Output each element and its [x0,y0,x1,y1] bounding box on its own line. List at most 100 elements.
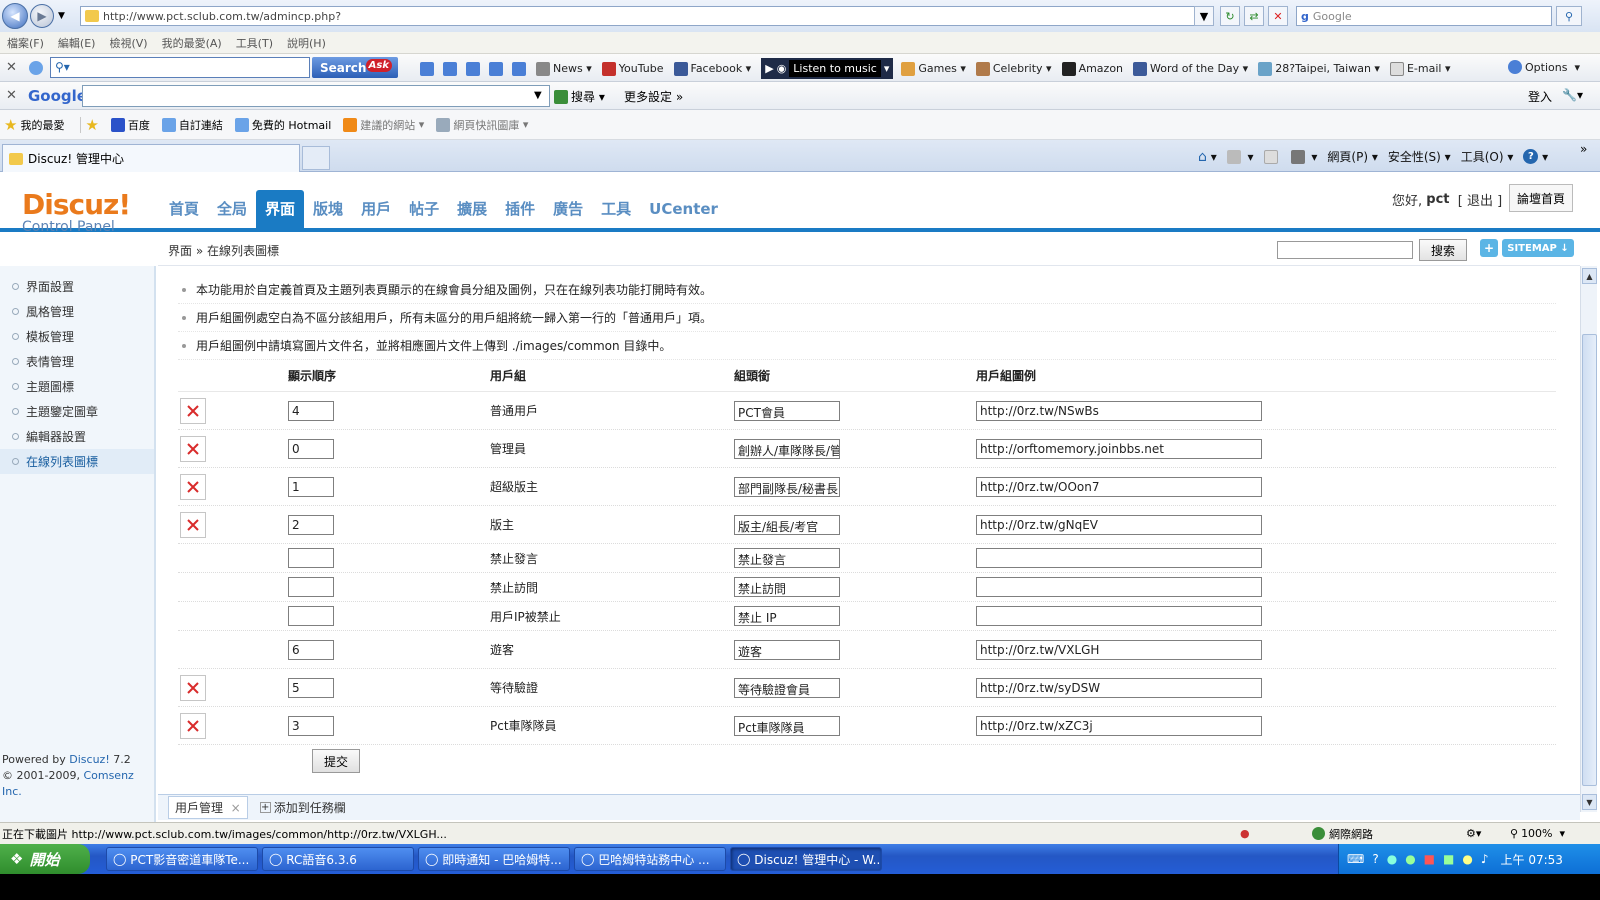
task-bahamut-center[interactable]: ◯ 巴哈姆特站務中心 ... [574,847,726,871]
wrench-icon[interactable]: 🔧▾ [1562,88,1583,102]
title-input[interactable]: PCT會員 [734,400,840,421]
submit-button[interactable]: 提交 [312,749,360,773]
menu-view[interactable]: 檢視(V) [102,35,154,51]
menu-file[interactable]: 檔案(F) [0,35,51,51]
nav-extend[interactable]: 擴展 [448,190,496,228]
safety-menu[interactable]: 安全性(S) ▾ [1388,148,1451,165]
home-button[interactable]: ⌂ ▾ [1198,149,1217,165]
red-tray-icon[interactable]: ■ [1424,852,1435,866]
order-input[interactable]: 6 [288,639,334,660]
volume-tray-icon[interactable]: ♪ [1481,852,1489,866]
title-input[interactable]: 創辦人/車隊隊長/管 [734,438,840,459]
youtube-link[interactable]: YouTube [601,61,664,76]
close-toolbar-icon[interactable]: ✕ [6,60,17,75]
green-tray-icon[interactable]: ● [1405,852,1415,866]
menu-favorites[interactable]: 我的最愛(A) [155,35,229,51]
help-tray-icon[interactable]: ? [1372,852,1378,866]
order-input[interactable] [288,606,334,626]
google-search-button[interactable]: 搜尋 ▾ [554,88,605,105]
google-search-input[interactable] [82,85,550,107]
search-go-icon[interactable]: ⚲ [1556,6,1582,26]
delete-checkbox[interactable] [180,511,206,538]
news-link[interactable]: News ▾ [536,61,592,76]
sidebar-item-stamps[interactable]: 主題鑒定圖章 [0,399,154,424]
scroll-down-icon[interactable]: ▼ [1582,794,1597,810]
discuz-logo[interactable]: Discuz! Control Panel [22,188,131,235]
weather-link[interactable]: 28?Taipei, Taiwan ▾ [1258,61,1380,76]
google-login-button[interactable]: 登入 [1528,88,1552,105]
sidebar-item-style[interactable]: 風格管理 [0,299,154,324]
listen-dropdown-icon[interactable]: ▾ [884,62,890,75]
delete-checkbox[interactable] [180,473,206,500]
sidebar-item-thread-icons[interactable]: 主題圖標 [0,374,154,399]
delete-checkbox[interactable] [180,397,206,424]
cpu-tray-icon[interactable]: ■ [1443,852,1454,866]
nav-tools[interactable]: 工具 [592,190,640,228]
title-input[interactable]: Pct車隊隊員 [734,715,840,736]
more-settings-button[interactable]: 更多設定 » [624,88,683,105]
nav-interface[interactable]: 界面 [256,190,305,228]
icon-url-input[interactable] [976,606,1262,626]
url-field[interactable]: http://www.pct.sclub.com.tw/admincp.php? [80,6,1208,26]
start-button[interactable]: ❖ 開始 [0,844,90,874]
fav-suggested[interactable]: 建議的網站 ▾ [343,117,424,133]
mail-button[interactable] [1263,149,1281,164]
title-input[interactable]: 部門副隊長/秘書長 [734,476,840,497]
yellow-tray-icon[interactable]: ● [1462,852,1472,866]
powered-product[interactable]: Discuz! [69,753,109,766]
sidebar-item-online-icons[interactable]: 在線列表圖標 [0,449,154,474]
sidebar-item-templates[interactable]: 模板管理 [0,324,154,349]
icon-url-input[interactable]: http://orftomemory.joinbbs.net [976,438,1262,459]
url-dropdown-icon[interactable]: ▼ [1194,6,1214,26]
sidebar-item-interface-settings[interactable]: 界面設置 [0,274,154,299]
scroll-up-icon[interactable]: ▲ [1582,268,1597,284]
ask-search-button[interactable]: Search Ask [312,57,398,78]
tab-discuz[interactable]: Discuz! 管理中心 [2,144,300,172]
icon-url-input[interactable] [976,577,1262,597]
order-input[interactable]: 3 [288,715,334,736]
nav-forums[interactable]: 版塊 [304,190,352,228]
add-to-taskbar-button[interactable]: + 添加到任務欄 [259,799,346,816]
nav-users[interactable]: 用戶 [352,190,400,228]
protected-mode-icon[interactable]: ⚙▾ [1466,827,1481,840]
ask-search-input[interactable]: ⚲▾ [50,57,310,78]
sidebar-item-editor[interactable]: 編輯器設置 [0,424,154,449]
task-tab-user-management[interactable]: 用戶管理 × [168,796,248,819]
delete-checkbox[interactable] [180,435,206,462]
email-link[interactable]: E-mail ▾ [1389,61,1451,76]
close-task-tab-icon[interactable]: × [231,801,241,815]
play-icon[interactable]: ▶ [765,62,773,75]
page-menu[interactable]: 網頁(P) ▾ [1327,148,1377,165]
order-input[interactable]: 2 [288,514,334,535]
favorites-button[interactable]: ★ 我的最愛 [4,116,64,134]
nav-global[interactable]: 全局 [208,190,256,228]
calendar-icon[interactable] [443,61,457,76]
icon-url-input[interactable]: http://0rz.tw/VXLGH [976,639,1262,660]
order-input[interactable]: 1 [288,476,334,497]
network-icon[interactable]: ● [1387,852,1397,866]
tools-menu[interactable]: 工具(O) ▾ [1461,148,1514,165]
back-button[interactable]: ◀ [2,3,28,29]
help-button[interactable]: ? ▾ [1523,149,1548,164]
feeds-button[interactable]: ▾ [1226,149,1254,164]
fav-webslice[interactable]: 網頁快訊圖庫 ▾ [436,117,528,133]
celebrity-link[interactable]: Celebrity ▾ [975,61,1052,76]
chevron-icon[interactable]: » [1580,142,1587,156]
compat-icon[interactable]: ↻ [1220,6,1240,26]
keyboard-icon[interactable]: ⌨ [1347,852,1364,866]
options-button[interactable]: Options ▾ [1508,60,1580,74]
add-shortcut-icon[interactable]: + [1480,239,1498,257]
nav-posts[interactable]: 帖子 [400,190,448,228]
logout-link[interactable]: [ 退出 ] [1458,190,1502,209]
print-button[interactable]: ▾ [1290,149,1317,164]
scroll-thumb[interactable] [1582,334,1597,786]
sidebar-item-smilies[interactable]: 表情管理 [0,349,154,374]
title-input[interactable]: 等待驗證會員 [734,677,840,698]
scrollbar[interactable]: ▲ ▼ [1580,266,1597,812]
browser-search-input[interactable]: g Google [1296,6,1552,26]
nav-plugins[interactable]: 插件 [496,190,544,228]
icon-url-input[interactable]: http://0rz.tw/NSwBs [976,400,1262,421]
find-icon[interactable] [420,61,434,76]
menu-help[interactable]: 說明(H) [280,35,333,51]
delete-checkbox[interactable] [180,674,206,701]
